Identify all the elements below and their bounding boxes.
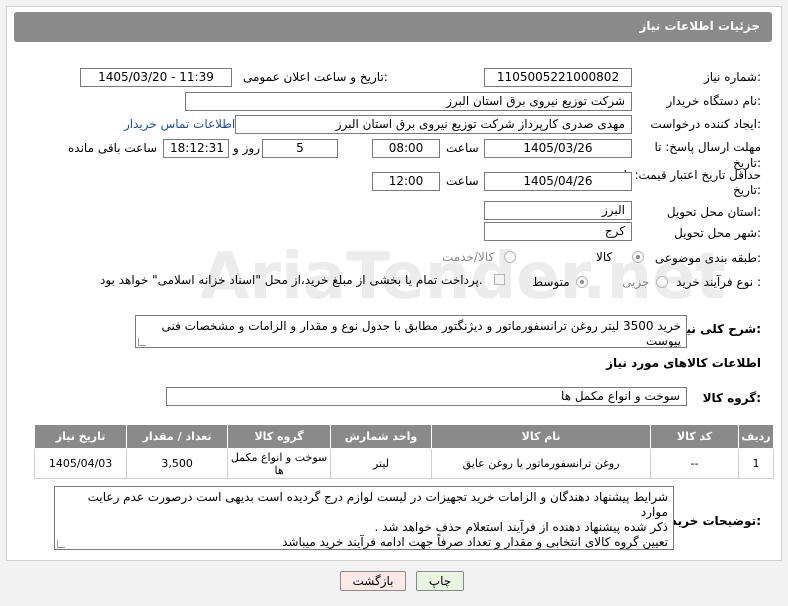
goods-table: ردیف کد کالا نام کالا واحد شمارش گروه کا… bbox=[33, 424, 775, 479]
reply-deadline-label: مهلت ارسال پاسخ: تا تاریخ: bbox=[654, 140, 761, 170]
reply-date-field: 1405/03/26 bbox=[484, 139, 632, 158]
goods-group-field: سوخت و انواع مکمل ها bbox=[166, 387, 687, 406]
price-validity-label: حداقل تاریخ اعتبار قیمت: تا تاریخ: bbox=[623, 168, 761, 197]
col-group: گروه کالا bbox=[227, 424, 332, 449]
requester-label: ایجاد کننده درخواست: bbox=[650, 117, 761, 131]
reply-time-label: ساعت bbox=[446, 141, 479, 155]
contact-info-link[interactable]: اطلاعات تماس خریدار bbox=[124, 117, 235, 131]
buyer-notes-textarea[interactable]: شرایط پیشنهاد دهندگان و الزامات خرید تجه… bbox=[54, 486, 674, 550]
need-number-field: 1105005221000802 bbox=[484, 68, 632, 87]
validity-time-label: ساعت bbox=[446, 174, 479, 188]
col-date: تاریخ نیاز bbox=[33, 424, 128, 449]
validity-date-field: 1405/04/26 bbox=[484, 172, 632, 191]
process-medium-label: متوسط bbox=[532, 275, 570, 289]
days-field: 5 bbox=[262, 139, 338, 158]
city-field: کرج bbox=[484, 222, 632, 241]
col-row: ردیف bbox=[737, 424, 775, 449]
process-partial-label: جزیی bbox=[622, 275, 650, 289]
day-and-label: روز و bbox=[233, 141, 260, 155]
cell-group: سوخت و انواع مکمل ها bbox=[227, 448, 332, 479]
buyer-notes-line-3: تعیین گروه کالای انتخابی و مقدار و تعداد… bbox=[282, 535, 668, 549]
cell-date: 1405/04/03 bbox=[33, 448, 128, 479]
city-label: شهر محل تحویل: bbox=[674, 226, 761, 240]
cell-name: روغن ترانسفورماتور یا روغن عایق bbox=[430, 448, 652, 479]
category-goods-radio[interactable] bbox=[632, 251, 644, 263]
resize-grip-icon[interactable] bbox=[57, 540, 65, 548]
province-field: البرز bbox=[484, 201, 632, 220]
process-type-label: نوع فرآیند خرید : bbox=[676, 275, 761, 289]
remaining-label: ساعت باقی مانده bbox=[68, 141, 158, 155]
col-quantity: تعداد / مقدار bbox=[126, 424, 229, 449]
islamic-treasury-checkbox[interactable] bbox=[494, 274, 505, 285]
cell-row: 1 bbox=[737, 448, 775, 479]
validity-time-field: 12:00 bbox=[372, 172, 440, 191]
announce-datetime-field: 1405/03/20 - 11:39 bbox=[80, 68, 232, 87]
general-desc-text: خرید 3500 لیتر روغن ترانسفورماتور و دیژن… bbox=[161, 319, 681, 348]
remaining-time-field: 18:12:31 bbox=[163, 139, 229, 158]
buyer-org-field: شرکت توزیع نیروی برق استان البرز bbox=[185, 92, 632, 111]
page-title: جزئیات اطلاعات نیاز bbox=[639, 19, 760, 33]
col-unit: واحد شمارش bbox=[330, 424, 432, 449]
process-medium-radio[interactable] bbox=[576, 276, 588, 288]
print-button[interactable]: چاپ bbox=[416, 571, 464, 591]
general-desc-textarea[interactable]: خرید 3500 لیتر روغن ترانسفورماتور و دیژن… bbox=[135, 315, 687, 348]
cell-unit: لیتر bbox=[330, 448, 432, 479]
announce-datetime-label: تاریخ و ساعت اعلان عمومی: bbox=[243, 70, 388, 84]
buyer-org-label: نام دستگاه خریدار: bbox=[666, 94, 762, 108]
reply-time-field: 08:00 bbox=[372, 139, 440, 158]
cell-quantity: 3,500 bbox=[126, 448, 229, 479]
category-goods-label: کالا bbox=[596, 250, 613, 264]
back-button[interactable]: بازگشت bbox=[340, 571, 406, 591]
general-desc-label: شرح کلی نیاز: bbox=[675, 322, 761, 336]
col-name: نام کالا bbox=[430, 424, 652, 449]
province-label: استان محل تحویل: bbox=[666, 205, 761, 219]
table-row: 1 -- روغن ترانسفورماتور یا روغن عایق لیت… bbox=[33, 448, 775, 479]
category-service-label: کالا/خدمت bbox=[442, 250, 495, 264]
process-partial-radio[interactable] bbox=[656, 276, 668, 288]
buyer-notes-line-1: شرایط پیشنهاد دهندگان و الزامات خرید تجه… bbox=[87, 490, 668, 519]
resize-grip-icon[interactable] bbox=[138, 338, 146, 346]
need-number-label: شماره نیاز: bbox=[703, 70, 761, 84]
goods-group-label: گروه کالا: bbox=[702, 391, 761, 405]
buyer-notes-label: توضیحات خریدار: bbox=[659, 514, 761, 528]
payment-note: پرداخت تمام یا بخشی از مبلغ خرید،از محل … bbox=[100, 273, 483, 287]
requester-field: مهدی صدری کارپرداز شرکت توزیع نیروی برق … bbox=[235, 115, 632, 134]
table-header-row: ردیف کد کالا نام کالا واحد شمارش گروه کا… bbox=[33, 424, 775, 449]
goods-info-heading: اطلاعات کالاهای مورد نیاز bbox=[606, 356, 761, 370]
page-header: جزئیات اطلاعات نیاز bbox=[14, 12, 772, 42]
buyer-notes-line-2: ذکر شده پیشنهاد دهنده از فرآیند استعلام … bbox=[374, 520, 668, 534]
category-service-radio[interactable] bbox=[504, 251, 516, 263]
col-code: کد کالا bbox=[650, 424, 739, 449]
category-label: طبقه بندی موضوعی: bbox=[654, 251, 761, 265]
cell-code: -- bbox=[650, 448, 739, 479]
